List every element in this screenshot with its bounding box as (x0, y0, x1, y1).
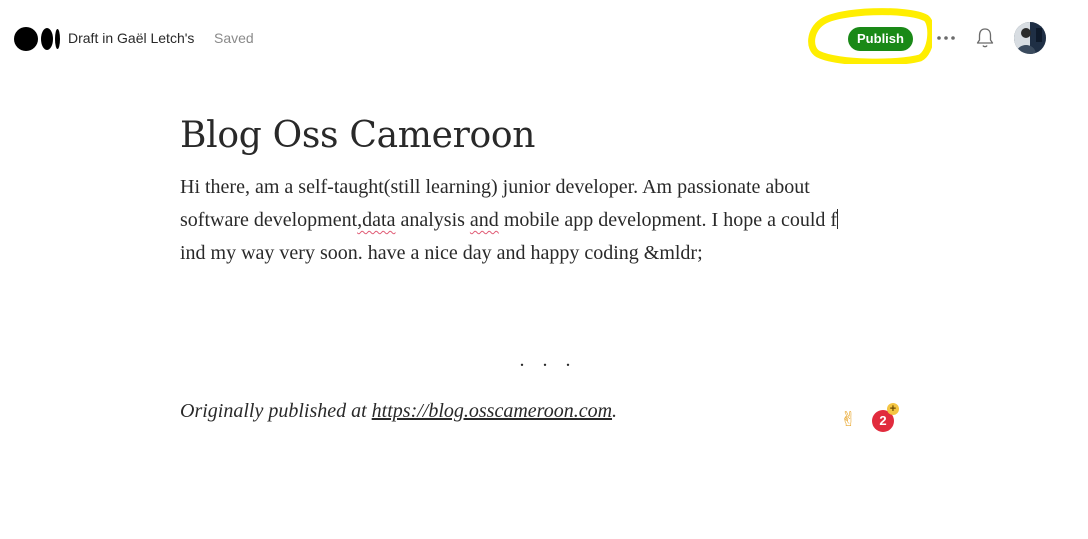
save-status: Saved (214, 30, 254, 46)
victory-hand-icon[interactable]: ✌ (840, 408, 857, 430)
premium-plus-icon: + (887, 403, 899, 415)
publish-button[interactable]: Publish (848, 27, 913, 51)
top-bar: Draft in Gaël Letch's Saved Publish (0, 0, 1088, 76)
user-avatar[interactable] (1014, 22, 1046, 54)
spelling-flag-data[interactable]: ,data (357, 209, 395, 231)
medium-logo-icon[interactable] (14, 27, 60, 51)
spelling-flag-and[interactable]: and (470, 209, 499, 231)
article-body-paragraph[interactable]: Hi there, am a self-taught(still learnin… (180, 171, 852, 270)
originally-published-line: Originally published at https://blog.oss… (180, 400, 617, 423)
originally-prefix: Originally published at (180, 400, 372, 422)
notifications-bell-icon[interactable] (975, 27, 995, 49)
section-separator: ... (519, 349, 589, 371)
article-editor[interactable]: Blog Oss Cameroon Hi there, am a self-ta… (180, 110, 860, 422)
body-text-2: analysis (395, 209, 470, 231)
original-source-link[interactable]: https://blog.osscameroon.com (372, 400, 612, 422)
body-text-4: ind my way very soon. have a nice day an… (180, 242, 703, 264)
article-title[interactable]: Blog Oss Cameroon (180, 110, 860, 162)
text-cursor (837, 209, 839, 229)
body-text-3: mobile app development. I hope a could f (498, 209, 838, 231)
originally-suffix: . (612, 400, 618, 422)
draft-location-label: Draft in Gaël Letch's (68, 30, 195, 46)
more-options-icon[interactable] (936, 28, 956, 48)
